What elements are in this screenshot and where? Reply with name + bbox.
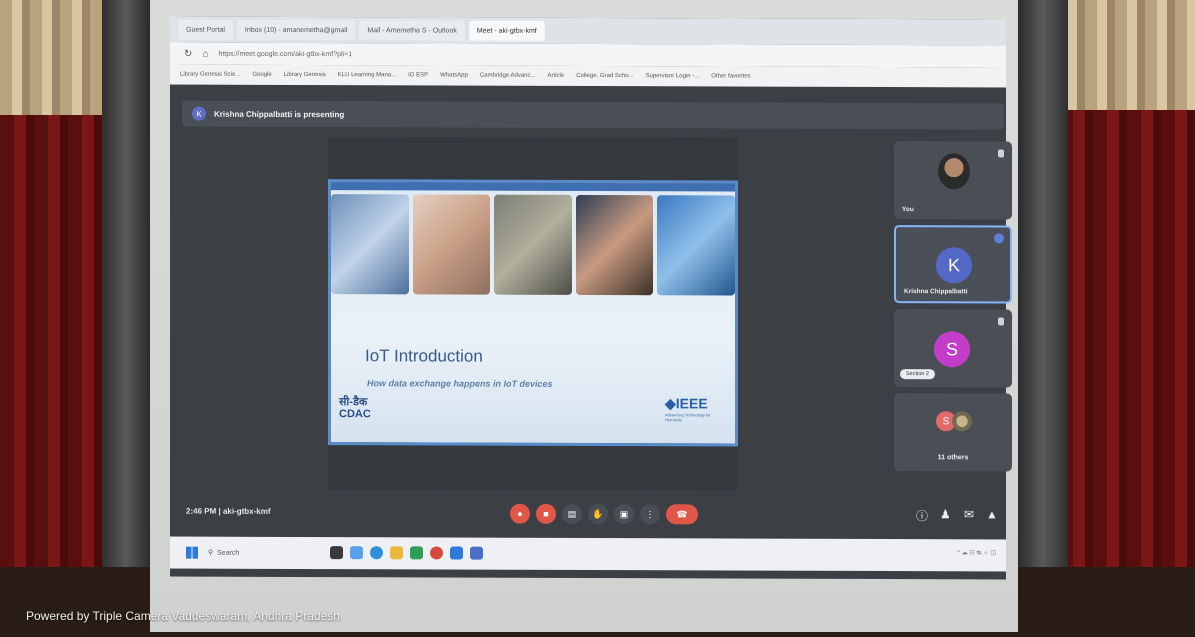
- camera-watermark: Powered by Triple Camera Vaddeswaram, An…: [26, 609, 340, 623]
- search-icon: ⚲: [208, 549, 214, 557]
- browser-tab[interactable]: Inbox (10) - amanemetha@gmail: [236, 19, 356, 41]
- url-field[interactable]: https://meet.google.com/aki-gtbx-kmf?pli…: [218, 50, 352, 57]
- info-icon[interactable]: ⓘ: [916, 507, 928, 524]
- slide-photo: [494, 194, 572, 295]
- edge-browser-icon[interactable]: [370, 546, 383, 560]
- ieee-logo-text: ◆IEEE: [665, 395, 708, 412]
- participant-chip: Section 2: [900, 369, 935, 380]
- browser-tab[interactable]: Mail - Amemetha S - Outlook: [359, 20, 465, 41]
- slide-photo: [331, 194, 409, 295]
- excel-icon[interactable]: [410, 546, 423, 560]
- shared-screen: IoT Introduction How data exchange happe…: [328, 137, 738, 491]
- bookmarks-bar: Library Genesis Scie... Google Library G…: [170, 64, 1006, 88]
- presenting-text: Krishna Chippalbatti is presenting: [214, 109, 345, 119]
- meeting-code: aki-gtbx-kmf: [222, 506, 271, 516]
- more-options-icon[interactable]: [998, 317, 1004, 326]
- speaking-indicator-icon: [994, 233, 1004, 244]
- bookmark[interactable]: WhatsApp: [440, 72, 468, 78]
- participant-tile-others[interactable]: S 11 others: [894, 393, 1012, 472]
- slide-photo-strip: [331, 194, 735, 305]
- mic-off-button[interactable]: ●: [510, 503, 530, 524]
- browser-address-bar: ↻ ⌂ https://meet.google.com/aki-gtbx-kmf…: [170, 42, 1006, 68]
- word-icon[interactable]: [450, 546, 463, 560]
- presenting-banner: K Krishna Chippalbatti is presenting: [182, 100, 1004, 130]
- ieee-tagline: Advancing Technology for Humanity: [665, 412, 711, 423]
- ieee-logo: ◆IEEE Advancing Technology for Humanity: [665, 395, 725, 429]
- task-view-icon[interactable]: [330, 546, 343, 560]
- camera-off-button[interactable]: ■: [536, 503, 556, 524]
- projected-desktop: Guest Portal Inbox (10) - amanemetha@gma…: [170, 16, 1012, 580]
- bookmark[interactable]: College, Grad Scho...: [576, 73, 633, 79]
- bookmark[interactable]: KLU Learning Mana...: [338, 72, 396, 78]
- meeting-time: 2:46 PM: [186, 506, 217, 516]
- presentation-slide: IoT Introduction How data exchange happe…: [328, 179, 738, 447]
- avatar: S: [934, 331, 970, 368]
- present-button[interactable]: ▣: [614, 504, 634, 525]
- participant-name: Krishna Chippalbatti: [904, 288, 968, 296]
- bookmark[interactable]: Library Genesis Scie...: [180, 72, 240, 78]
- slide-top-bar: [331, 182, 735, 192]
- participant-tile-s[interactable]: S Section 2: [894, 309, 1012, 388]
- refresh-icon[interactable]: ↻: [184, 48, 192, 59]
- leave-call-button[interactable]: ☎: [666, 504, 698, 525]
- presenter-avatar: K: [192, 106, 206, 121]
- bookmark[interactable]: Google: [252, 72, 271, 78]
- slide-photo: [657, 195, 735, 296]
- chrome-icon[interactable]: [430, 546, 443, 560]
- raise-hand-button[interactable]: ✋: [588, 504, 608, 525]
- activities-icon[interactable]: ▲: [986, 507, 998, 521]
- chat-icon[interactable]: ✉: [964, 507, 974, 521]
- more-options-button[interactable]: ⋮: [640, 504, 660, 525]
- others-count: 11 others: [937, 454, 969, 462]
- more-options-icon[interactable]: [998, 149, 1004, 158]
- widgets-icon[interactable]: [350, 546, 363, 560]
- cdac-logo-text: CDAC: [339, 408, 371, 421]
- taskbar-search[interactable]: ⚲ Search: [204, 545, 284, 561]
- slide-photo: [412, 194, 491, 295]
- browser-tab[interactable]: Guest Portal: [178, 19, 233, 40]
- bookmark[interactable]: Cambridge Advanc...: [480, 73, 536, 79]
- participant-tile-you[interactable]: You: [894, 141, 1012, 220]
- slide-subtitle: How data exchange happens in IoT devices: [367, 378, 553, 389]
- slide-title: IoT Introduction: [365, 346, 483, 366]
- avatar: K: [936, 247, 972, 284]
- home-icon[interactable]: ⌂: [202, 48, 208, 59]
- browser-tab-bar: Guest Portal Inbox (10) - amanemetha@gma…: [170, 16, 1006, 46]
- left-pillar: [102, 0, 150, 637]
- captions-button[interactable]: ▤: [562, 503, 582, 524]
- browser-tab-active[interactable]: Meet - aki-gtbx-kmf: [468, 20, 545, 41]
- windows-taskbar: ⚲ Search ^ ☁ ☷ ↹ ☼ ◫: [170, 536, 1006, 572]
- meeting-info: 2:46 PM | aki-gtbx-kmf: [186, 507, 271, 516]
- bookmark[interactable]: Supervisor Login -...: [646, 73, 700, 79]
- cdac-logo-hindi: सी-डैक: [339, 396, 368, 409]
- people-icon[interactable]: ♟: [940, 507, 951, 521]
- search-label: Search: [217, 549, 240, 557]
- bookmark[interactable]: IG ESP: [408, 72, 428, 78]
- bookmark[interactable]: Other favorites: [711, 73, 750, 79]
- meet-control-bar: 2:46 PM | aki-gtbx-kmf ● ■ ▤ ✋ ▣ ⋮ ☎ ⓘ ♟…: [170, 495, 1006, 538]
- participant-tile-krishna[interactable]: K Krishna Chippalbatti: [894, 225, 1012, 304]
- slide-photo: [575, 194, 654, 296]
- participant-name: You: [902, 206, 914, 214]
- projector-screen: Guest Portal Inbox (10) - amanemetha@gma…: [150, 0, 1018, 632]
- avatar: [952, 411, 972, 432]
- system-tray[interactable]: ^ ☁ ☷ ↹ ☼ ◫: [957, 549, 996, 556]
- windows-start-icon[interactable]: [186, 546, 198, 559]
- app-icon[interactable]: [470, 546, 483, 560]
- user-photo-avatar: [938, 153, 970, 190]
- bookmark[interactable]: Article: [548, 73, 565, 79]
- file-explorer-icon[interactable]: [390, 546, 403, 560]
- bookmark[interactable]: Library Genesis: [284, 72, 326, 78]
- cdac-logo: सी-डैक CDAC: [339, 396, 383, 422]
- right-pillar: [1018, 0, 1068, 637]
